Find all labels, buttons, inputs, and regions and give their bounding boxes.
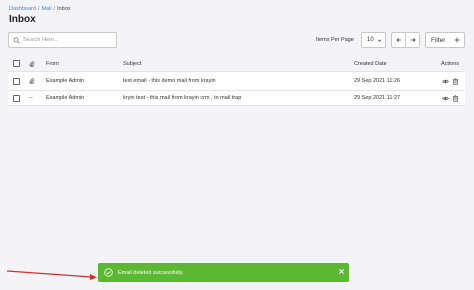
search-input[interactable] <box>23 37 113 43</box>
page-title: Inbox <box>9 14 36 25</box>
toast-message: Email deleted successfully. <box>118 269 184 276</box>
paperclip-icon <box>29 60 35 67</box>
breadcrumb-inbox: Inbox <box>57 6 71 12</box>
success-toast: Email deleted successfully. <box>98 263 349 282</box>
table-header: From Subject Created Date Actions <box>8 56 465 72</box>
items-per-page-label: Items Per Page <box>316 37 354 43</box>
row-from: Example Admin <box>46 95 85 101</box>
close-icon <box>338 268 344 274</box>
column-header-created-date[interactable]: Created Date <box>354 56 387 71</box>
search-icon <box>13 36 20 44</box>
breadcrumb-dashboard[interactable]: Dashboard <box>9 6 36 12</box>
row-actions <box>442 72 462 90</box>
annotation-arrow-icon <box>6 270 97 280</box>
row-created-date: 29 Sep 2021 11:26 <box>354 78 401 84</box>
next-page-button[interactable] <box>405 32 420 48</box>
column-header-actions: Actions <box>441 60 460 67</box>
items-per-page-select[interactable]: 10 <box>361 32 386 48</box>
check-circle-icon <box>104 268 113 277</box>
mail-table: From Subject Created Date Actions Exampl… <box>8 56 465 106</box>
eye-icon[interactable] <box>442 95 449 102</box>
column-header-from[interactable]: From <box>46 56 59 71</box>
trash-icon[interactable] <box>452 94 459 102</box>
arrow-right-icon <box>410 37 416 43</box>
table-row[interactable]: -- Example Admin kryin test - this mail … <box>8 91 465 106</box>
eye-icon[interactable] <box>442 78 449 85</box>
plus-icon <box>454 37 460 43</box>
breadcrumb-separator: / <box>53 6 56 12</box>
filter-button[interactable]: Filter <box>425 32 465 48</box>
table-row[interactable]: Example Admin test email - this demo mai… <box>8 72 465 91</box>
select-all-checkbox[interactable] <box>13 60 20 67</box>
breadcrumb: Dashboard / Mail / Inbox <box>9 6 71 12</box>
chevron-down-icon <box>377 39 382 42</box>
toast-close-button[interactable] <box>337 267 345 275</box>
row-attachment-placeholder: -- <box>29 95 33 101</box>
arrow-left-icon <box>395 37 401 43</box>
row-created-date: 29 Sep 2021 11:27 <box>354 95 401 101</box>
items-per-page-value: 10 <box>367 37 374 43</box>
search-box[interactable] <box>8 32 117 48</box>
row-checkbox[interactable] <box>13 77 20 85</box>
paperclip-icon <box>29 78 35 84</box>
row-checkbox[interactable] <box>13 94 20 102</box>
breadcrumb-separator: / <box>37 6 40 12</box>
row-from: Example Admin <box>46 78 85 84</box>
column-header-subject[interactable]: Subject <box>123 56 141 71</box>
row-subject: kryin test - this mail from krayin crm ,… <box>123 95 242 101</box>
row-actions <box>442 91 462 105</box>
trash-icon[interactable] <box>452 77 459 85</box>
breadcrumb-mail[interactable]: Mail <box>41 6 51 12</box>
row-subject: test email - this demo mail from krayin <box>123 78 216 84</box>
filter-label: Filter <box>431 36 446 44</box>
previous-page-button[interactable] <box>391 32 406 48</box>
